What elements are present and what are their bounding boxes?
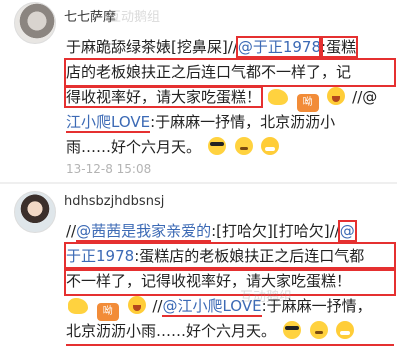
avatar[interactable]	[14, 2, 56, 44]
laugh-emoji-icon	[327, 87, 346, 105]
thinking-emoji-icon	[234, 137, 253, 155]
mention-link[interactable]: 于正1978	[66, 247, 134, 265]
duck-emoji-icon	[68, 298, 88, 314]
avatar[interactable]	[14, 191, 56, 233]
mention-link[interactable]: 江小爬LOVE	[66, 113, 151, 133]
thinking-emoji-icon	[309, 321, 328, 339]
comment-card-2: hdhsbzjhdbsnsj //@茜茜是我家亲爱的:[打哈欠][打哈欠]//@…	[0, 184, 397, 347]
highlighted-line: 不一样了，记得收视率好，请大家吃蛋糕！	[64, 267, 396, 296]
timestamp: 13-12-8 15:08	[66, 162, 152, 176]
underlined-line: 北京沥沥小雨……好个六月天。	[66, 319, 394, 346]
watermark: 互动鹅组	[240, 290, 293, 305]
mention-link[interactable]: @于正1978	[235, 36, 324, 58]
comment-card-1: 七七萨摩 于麻跪舔绿茶婊[挖鼻屎]//@于正1978:蛋糕 店的老板娘扶正之后连…	[0, 0, 397, 182]
duck-emoji-icon	[267, 89, 288, 105]
cool-emoji-icon	[207, 137, 226, 155]
highlighted-line: 店的老板娘扶正之后连口气都不一样了，记	[64, 58, 396, 87]
mention-at[interactable]: @	[337, 220, 357, 242]
grin-emoji-icon	[336, 321, 355, 339]
highlighted-line: 于正1978:蛋糕店的老板娘扶正之后连口气都	[64, 242, 396, 271]
comment-text: //@茜茜是我家亲爱的:[打哈欠][打哈欠]//@ 于正1978:蛋糕店的老板娘…	[64, 219, 396, 346]
watermark: 互动鹅组	[108, 10, 161, 25]
comment-text: 于麻跪舔绿茶婊[挖鼻屎]//@于正1978:蛋糕 店的老板娘扶正之后连口气都不一…	[63, 35, 396, 160]
grin-emoji-icon	[261, 137, 280, 155]
username[interactable]: hdhsbzjhdbsnsj	[64, 194, 164, 209]
laugh-emoji-icon	[127, 296, 146, 314]
cool-emoji-icon	[282, 321, 301, 339]
mention-link[interactable]: @茜茜是我家亲爱的	[76, 222, 212, 242]
